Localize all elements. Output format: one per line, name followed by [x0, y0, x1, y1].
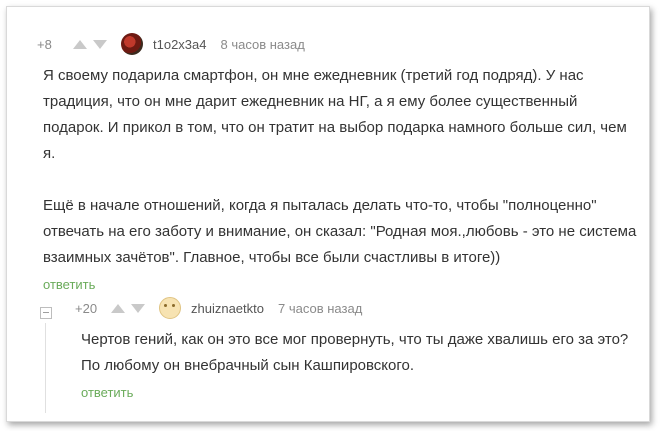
- comments-frame: +8 t1o2x3a4 8 часов назад Я своему подар…: [6, 6, 650, 422]
- vote-down-icon[interactable]: [93, 39, 107, 49]
- comment-rating: +20: [75, 300, 98, 316]
- comment: +20 zhuiznaetkto 7 часов назад Чертов ге…: [37, 297, 637, 400]
- vote-up-icon[interactable]: [111, 303, 125, 313]
- comment-rating: +8: [37, 36, 52, 52]
- avatar[interactable]: [159, 297, 181, 319]
- comment-author[interactable]: t1o2x3a4: [153, 37, 207, 52]
- comment-text: Чертов гений, как он это все мог проверн…: [81, 331, 629, 374]
- comment-header: +20 zhuiznaetkto 7 часов назад: [75, 297, 637, 319]
- comment-time[interactable]: 8 часов назад: [221, 37, 305, 52]
- comment-text: Я своему подарила смартфон, он мне ежедн…: [43, 67, 637, 266]
- reply-link[interactable]: ответить: [81, 385, 637, 400]
- comment-header: +8 t1o2x3a4 8 часов назад: [37, 33, 637, 55]
- reply-link[interactable]: ответить: [43, 277, 637, 292]
- avatar[interactable]: [121, 33, 143, 55]
- comment: +8 t1o2x3a4 8 часов назад Я своему подар…: [37, 33, 637, 292]
- vote-up-icon[interactable]: [73, 39, 87, 49]
- comment-time[interactable]: 7 часов назад: [278, 301, 362, 316]
- comment-author[interactable]: zhuiznaetkto: [191, 301, 264, 316]
- vote-down-icon[interactable]: [131, 303, 145, 313]
